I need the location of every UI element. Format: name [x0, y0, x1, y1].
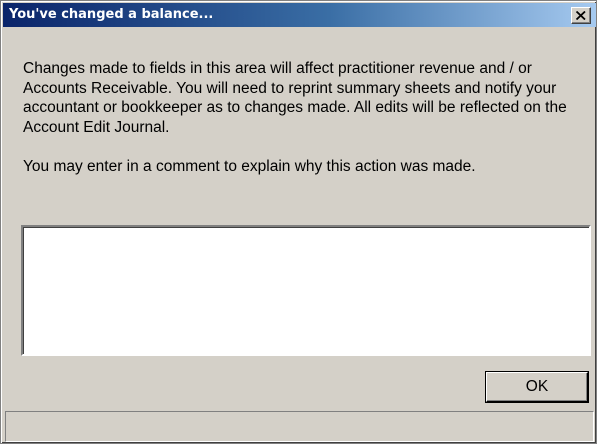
close-icon	[576, 11, 586, 20]
close-button[interactable]	[571, 7, 591, 24]
warning-paragraph: Changes made to fields in this area will…	[23, 60, 567, 136]
warning-message: Changes made to fields in this area will…	[23, 59, 593, 177]
ok-button[interactable]: OK	[486, 372, 588, 402]
comment-prompt: You may enter in a comment to explain wh…	[23, 157, 476, 175]
dialog-window: You've changed a balance... Changes made…	[0, 0, 597, 444]
status-bar	[5, 411, 594, 442]
comment-input[interactable]	[21, 225, 591, 356]
title-bar[interactable]: You've changed a balance...	[3, 3, 596, 27]
dialog-title: You've changed a balance...	[9, 7, 214, 22]
